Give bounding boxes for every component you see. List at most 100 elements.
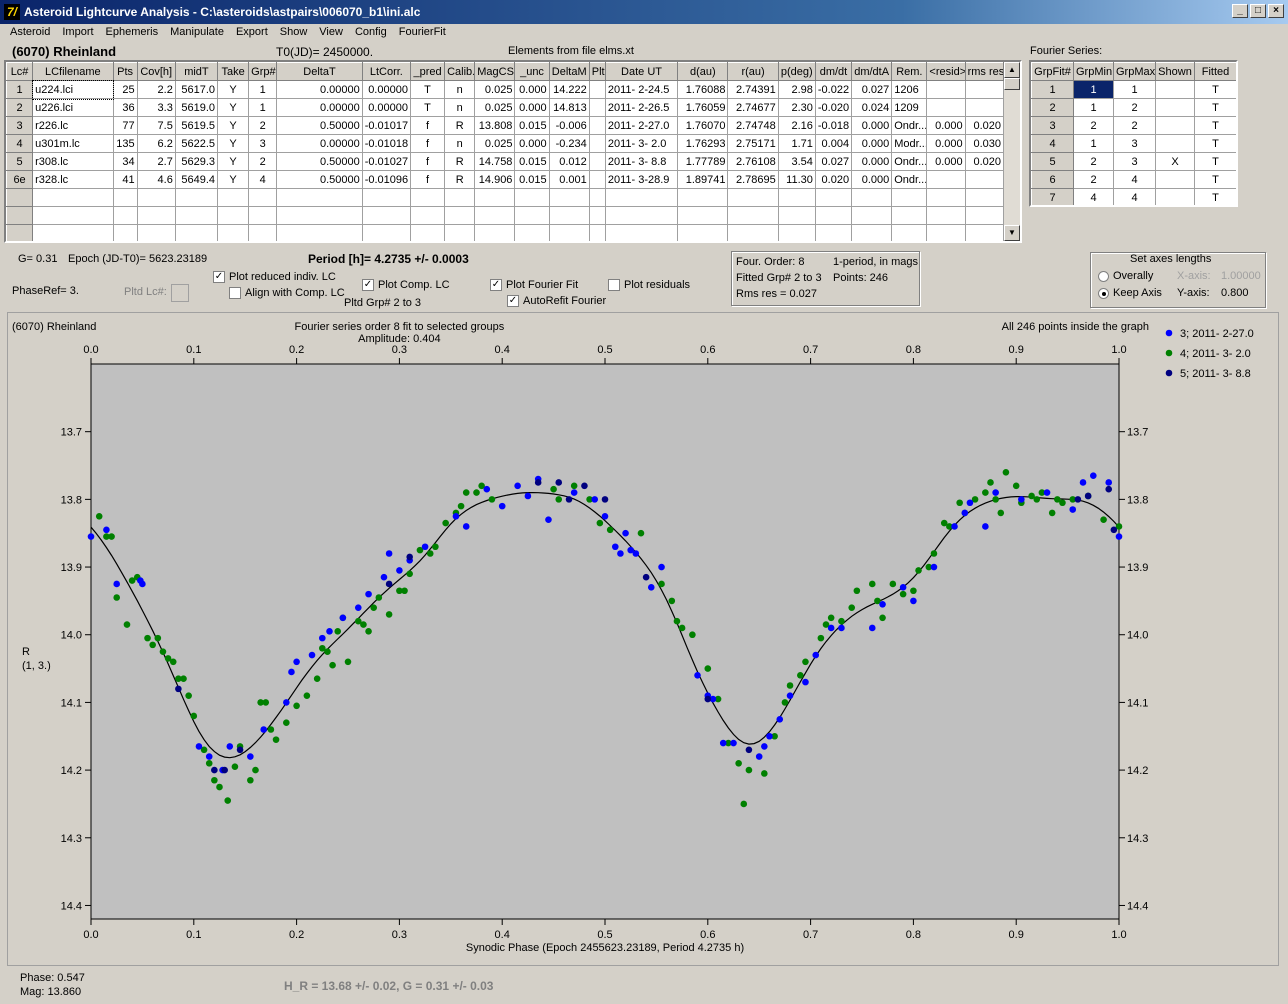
table-cell[interactable]: Ondr... [891, 116, 928, 135]
table-cell[interactable]: n [444, 98, 476, 117]
keep-axis-radio[interactable]: Keep Axis [1098, 287, 1162, 299]
row-header[interactable]: 7 [1031, 188, 1074, 205]
table-cell[interactable]: -0.020 [814, 98, 853, 117]
table-cell[interactable]: 0.50000 [276, 152, 363, 171]
table-cell[interactable] [32, 188, 114, 207]
menu-asteroid[interactable]: Asteroid [4, 24, 56, 42]
fourier-cell[interactable]: 1 [1073, 80, 1114, 99]
table-cell[interactable]: 0.000 [926, 116, 966, 135]
table-cell[interactable]: 2.98 [777, 80, 816, 99]
table-cell[interactable]: 0.000 [851, 134, 893, 153]
table-cell[interactable] [588, 80, 606, 99]
fourier-cell[interactable] [1155, 134, 1195, 153]
table-cell[interactable]: u226.lci [32, 98, 114, 117]
fourier-cell[interactable]: T [1194, 188, 1236, 205]
plot-reduced-checkbox[interactable]: ✓ Plot reduced indiv. LC [213, 271, 336, 284]
table-cell[interactable] [32, 206, 114, 225]
fourier-col-header[interactable]: Shown [1155, 62, 1195, 81]
align-comp-checkbox[interactable]: Align with Comp. LC [229, 287, 345, 300]
table-cell[interactable]: 0.000 [851, 170, 893, 189]
table-cell[interactable]: 2.16 [777, 116, 816, 135]
table-cell[interactable]: 2 [248, 152, 278, 171]
table-cell[interactable]: Modr... [891, 134, 928, 153]
table-cell[interactable]: 1209 [891, 98, 928, 117]
table-cell[interactable] [276, 206, 363, 225]
lc-col-header[interactable]: r(au) [727, 62, 779, 81]
table-cell[interactable]: 2.2 [136, 80, 176, 99]
fourier-col-header[interactable]: Fitted [1194, 62, 1236, 81]
table-cell[interactable] [548, 206, 590, 225]
fourier-cell[interactable]: T [1194, 80, 1236, 99]
lc-col-header[interactable]: MagCS [474, 62, 516, 81]
lc-col-header[interactable]: LCfilename [32, 62, 114, 81]
table-cell[interactable]: 0.015 [514, 152, 550, 171]
table-cell[interactable]: 14.906 [474, 170, 516, 189]
table-cell[interactable]: 36 [112, 98, 138, 117]
menu-ephemeris[interactable]: Ephemeris [100, 24, 165, 42]
table-cell[interactable]: 2.74677 [727, 98, 779, 117]
fourier-row[interactable]: 523XT [1031, 152, 1236, 171]
table-cell[interactable]: 135 [112, 134, 138, 153]
lightcurve-chart[interactable]: (6070) Rheinland Fourier series order 8 f… [8, 313, 1278, 965]
overally-radio[interactable]: Overally [1098, 270, 1153, 282]
row-header[interactable]: 5 [1031, 152, 1074, 171]
table-cell[interactable] [217, 206, 250, 225]
table-cell[interactable]: 2011- 2-26.5 [604, 98, 679, 117]
table-row[interactable] [6, 224, 1005, 241]
menu-manipulate[interactable]: Manipulate [164, 24, 230, 42]
table-cell[interactable] [964, 98, 1005, 117]
table-cell[interactable] [851, 206, 893, 225]
table-cell[interactable] [514, 206, 550, 225]
fourier-col-header[interactable]: GrpFit# [1031, 62, 1074, 81]
table-cell[interactable] [361, 206, 411, 225]
table-cell[interactable]: 3 [248, 134, 278, 153]
menu-export[interactable]: Export [230, 24, 274, 42]
table-cell[interactable] [136, 224, 176, 241]
table-cell[interactable]: -0.006 [548, 116, 590, 135]
row-header[interactable] [6, 206, 34, 225]
fourier-cell[interactable]: 4 [1113, 188, 1156, 205]
menu-import[interactable]: Import [56, 24, 99, 42]
lc-col-header[interactable]: Cov[h] [136, 62, 176, 81]
fourier-cell[interactable]: 1 [1073, 134, 1114, 153]
table-cell[interactable]: 5649.4 [174, 170, 219, 189]
lc-col-header[interactable]: d(au) [677, 62, 729, 81]
table-cell[interactable]: 1.71 [777, 134, 816, 153]
table-cell[interactable]: Y [217, 134, 250, 153]
table-cell[interactable]: R [444, 170, 476, 189]
table-cell[interactable]: Y [217, 152, 250, 171]
fourier-cell[interactable]: 2 [1073, 152, 1114, 171]
table-cell[interactable] [444, 188, 476, 207]
row-header[interactable]: 4 [1031, 134, 1074, 153]
table-cell[interactable]: 2011- 3-28.9 [604, 170, 679, 189]
table-cell[interactable] [604, 224, 679, 241]
table-cell[interactable]: 0.025 [474, 98, 516, 117]
table-cell[interactable] [926, 188, 966, 207]
table-cell[interactable]: 77 [112, 116, 138, 135]
lc-col-header[interactable]: Lc# [6, 62, 34, 81]
table-cell[interactable]: 0.015 [514, 170, 550, 189]
table-cell[interactable]: Y [217, 170, 250, 189]
fourier-cell[interactable]: 2 [1073, 170, 1114, 189]
table-cell[interactable]: 4.6 [136, 170, 176, 189]
table-cell[interactable]: f [409, 116, 446, 135]
lc-col-header[interactable]: dm/dt [814, 62, 853, 81]
lc-col-header[interactable]: LtCorr. [361, 62, 411, 81]
table-cell[interactable] [777, 206, 816, 225]
table-cell[interactable]: 11.30 [777, 170, 816, 189]
fourier-cell[interactable]: 2 [1073, 116, 1114, 135]
table-cell[interactable]: 0.027 [851, 80, 893, 99]
menu-fourierfit[interactable]: FourierFit [393, 24, 452, 42]
table-cell[interactable]: 0.00000 [276, 80, 363, 99]
table-cell[interactable]: 0.030 [964, 134, 1005, 153]
fourier-row[interactable]: 744T [1031, 188, 1236, 205]
table-cell[interactable] [814, 188, 853, 207]
table-cell[interactable] [409, 224, 446, 241]
lc-table-scrollbar[interactable]: ▲ ▼ [1004, 62, 1020, 241]
table-cell[interactable]: r226.lc [32, 116, 114, 135]
table-cell[interactable]: f [409, 152, 446, 171]
table-cell[interactable]: 0.00000 [276, 134, 363, 153]
table-cell[interactable] [926, 224, 966, 241]
table-cell[interactable] [248, 188, 278, 207]
plot-comp-checkbox[interactable]: ✓ Plot Comp. LC [362, 279, 450, 292]
